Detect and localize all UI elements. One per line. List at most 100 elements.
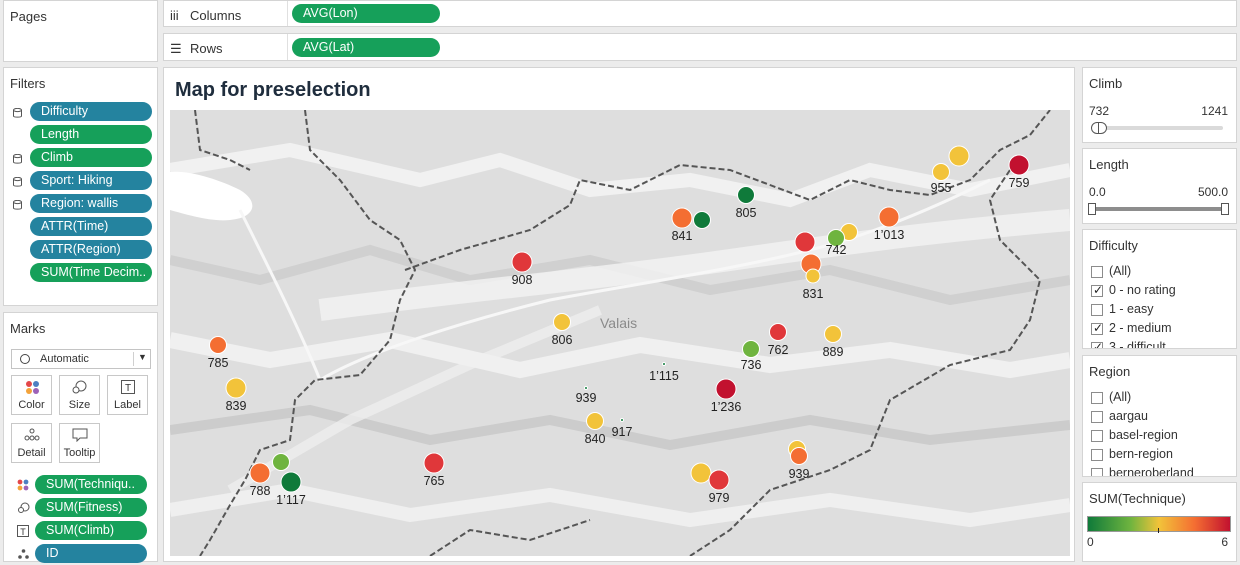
filter-item[interactable]: Sport: Hiking bbox=[4, 171, 159, 191]
map-point[interactable] bbox=[824, 325, 842, 343]
difficulty-checkbox[interactable]: ✓ bbox=[1091, 340, 1103, 348]
filter-item[interactable]: Region: wallis bbox=[4, 194, 159, 214]
mark-type-dropdown[interactable]: Automatic ▼ bbox=[11, 349, 151, 369]
filter-pill[interactable]: SUM(Time Decim.. bbox=[30, 263, 152, 282]
filter-pill[interactable]: ATTR(Region) bbox=[30, 240, 152, 259]
map-point-label: 839 bbox=[226, 399, 247, 413]
climb-max-value: 1241 bbox=[1201, 104, 1228, 118]
map-point-label: 1’236 bbox=[711, 400, 742, 414]
columns-shelf[interactable]: iii Columns AVG(Lon) bbox=[163, 0, 1237, 27]
filter-pill[interactable]: Length bbox=[30, 125, 152, 144]
map-point-label: 759 bbox=[1009, 176, 1030, 190]
map-point-label: 908 bbox=[512, 273, 533, 287]
filter-pill[interactable]: Sport: Hiking bbox=[30, 171, 152, 190]
map-point[interactable] bbox=[209, 336, 227, 354]
region-option-label: berneroberland bbox=[1109, 466, 1194, 477]
rows-shelf[interactable]: ☰ Rows AVG(Lat) bbox=[163, 33, 1237, 61]
filter-item[interactable]: SUM(Time Decim.. bbox=[4, 263, 159, 283]
length-slider-handle-min[interactable] bbox=[1088, 203, 1096, 215]
map-point[interactable] bbox=[932, 163, 950, 181]
region-checkbox[interactable] bbox=[1091, 392, 1103, 404]
map-canvas[interactable]: Valais 955 759 805 841 1’013 742 831 908 806 762 7… bbox=[170, 110, 1070, 556]
filter-pill[interactable]: Difficulty bbox=[30, 102, 152, 121]
region-checkbox[interactable] bbox=[1091, 468, 1103, 476]
map-point[interactable] bbox=[805, 268, 821, 284]
legend-max-value: 6 bbox=[1221, 535, 1228, 549]
map-point[interactable] bbox=[280, 471, 302, 493]
region-checkbox[interactable] bbox=[1091, 430, 1103, 442]
difficulty-checkbox[interactable] bbox=[1091, 304, 1103, 316]
climb-slider-handle-max[interactable] bbox=[1098, 122, 1107, 134]
filters-title: Filters bbox=[10, 76, 46, 91]
map-point[interactable] bbox=[620, 418, 624, 422]
detail-button-label: Detail bbox=[17, 447, 46, 459]
color-button[interactable]: Color bbox=[11, 375, 52, 415]
map-view: Map for preselection Valais 955 759 805 841… bbox=[163, 67, 1075, 562]
map-point[interactable] bbox=[584, 386, 588, 390]
map-point[interactable] bbox=[948, 145, 970, 167]
map-point-label: 955 bbox=[931, 181, 952, 195]
map-point-label: 742 bbox=[826, 243, 847, 257]
map-point[interactable] bbox=[878, 206, 900, 228]
columns-label: Columns bbox=[190, 8, 242, 23]
map-point[interactable] bbox=[553, 313, 571, 331]
map-point[interactable] bbox=[249, 462, 271, 484]
map-point[interactable] bbox=[690, 462, 712, 484]
filter-item[interactable]: ATTR(Time) bbox=[4, 217, 159, 237]
map-point[interactable] bbox=[586, 412, 604, 430]
checkmark-icon: ✓ bbox=[1093, 283, 1104, 297]
size-button[interactable]: Size bbox=[59, 375, 100, 415]
filter-pill[interactable]: Climb bbox=[30, 148, 152, 167]
map-point-label: 788 bbox=[250, 484, 271, 498]
map-point[interactable] bbox=[272, 453, 290, 471]
difficulty-checkbox[interactable]: ✓ bbox=[1091, 321, 1103, 335]
map-point[interactable] bbox=[693, 211, 711, 229]
pages-title: Pages bbox=[10, 9, 47, 24]
region-checkbox[interactable] bbox=[1091, 411, 1103, 423]
map-point[interactable] bbox=[511, 251, 533, 273]
label-button[interactable]: T Label bbox=[107, 375, 148, 415]
filter-pill[interactable]: ATTR(Time) bbox=[30, 217, 152, 236]
map-point[interactable] bbox=[742, 340, 760, 358]
filter-item[interactable]: Difficulty bbox=[4, 102, 159, 122]
map-point[interactable] bbox=[423, 452, 445, 474]
legend-title: SUM(Technique) bbox=[1089, 491, 1186, 506]
region-option-label: (All) bbox=[1109, 390, 1132, 404]
region-checkbox[interactable] bbox=[1091, 449, 1103, 461]
climb-slider-track[interactable] bbox=[1093, 126, 1223, 130]
map-point[interactable] bbox=[794, 231, 816, 253]
rows-pill-avg-lat[interactable]: AVG(Lat) bbox=[292, 38, 440, 57]
difficulty-checkbox[interactable] bbox=[1091, 266, 1103, 278]
map-point[interactable] bbox=[708, 469, 730, 491]
map-point[interactable] bbox=[225, 377, 247, 399]
length-slider-handle-max[interactable] bbox=[1221, 203, 1229, 215]
technique-color-legend: SUM(Technique) 0 6 bbox=[1082, 482, 1237, 562]
database-icon bbox=[13, 151, 22, 164]
map-point-label: 840 bbox=[585, 432, 606, 446]
length-max-value: 500.0 bbox=[1197, 185, 1228, 199]
marks-field-pill[interactable]: SUM(Fitness) bbox=[35, 498, 147, 517]
columns-pill-avg-lon[interactable]: AVG(Lon) bbox=[292, 4, 440, 23]
filter-item[interactable]: Length bbox=[4, 125, 159, 145]
map-point[interactable] bbox=[737, 186, 755, 204]
map-point[interactable] bbox=[662, 362, 666, 366]
detail-button[interactable]: Detail bbox=[11, 423, 52, 463]
difficulty-option-label: 3 - difficult bbox=[1109, 340, 1166, 349]
map-point[interactable] bbox=[1008, 154, 1030, 176]
map-point[interactable] bbox=[715, 378, 737, 400]
filter-item[interactable]: Climb bbox=[4, 148, 159, 168]
length-slider-track[interactable] bbox=[1091, 207, 1226, 211]
filter-pill[interactable]: Region: wallis bbox=[30, 194, 152, 213]
tooltip-button[interactable]: Tooltip bbox=[59, 423, 100, 463]
marks-field-pill[interactable]: SUM(Climb) bbox=[35, 521, 147, 540]
length-min-value: 0.0 bbox=[1089, 185, 1106, 199]
rows-icon: ☰ bbox=[170, 41, 182, 56]
difficulty-checkbox[interactable]: ✓ bbox=[1091, 283, 1104, 297]
map-point[interactable] bbox=[790, 447, 808, 465]
map-point-label: 917 bbox=[612, 425, 633, 439]
marks-field-pill[interactable]: SUM(Techniqu.. bbox=[35, 475, 147, 494]
shelf-divider bbox=[287, 1, 288, 26]
filter-item[interactable]: ATTR(Region) bbox=[4, 240, 159, 260]
map-point[interactable] bbox=[769, 323, 787, 341]
map-point[interactable] bbox=[671, 207, 693, 229]
